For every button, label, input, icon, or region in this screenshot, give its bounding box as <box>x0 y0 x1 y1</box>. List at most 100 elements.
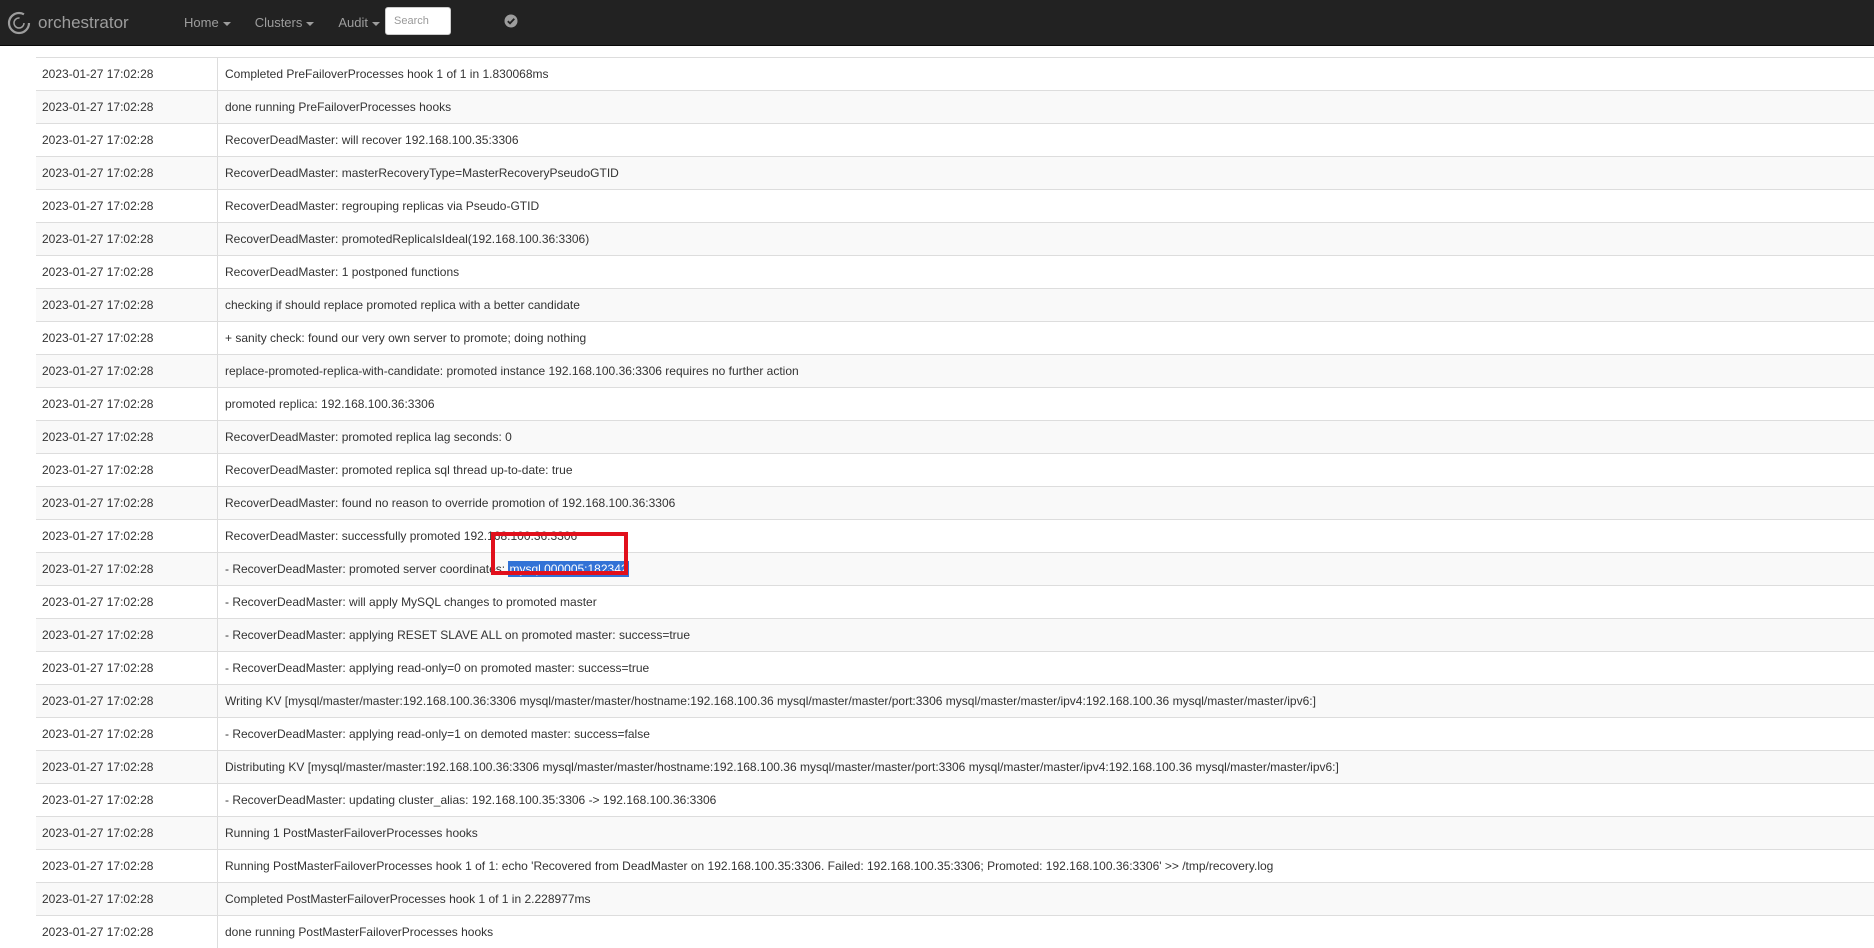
log-message: RecoverDeadMaster: promoted replica lag … <box>218 421 512 453</box>
brand[interactable]: orchestrator <box>6 9 129 37</box>
log-timestamp: 2023-01-27 17:02:28 <box>36 718 218 750</box>
table-row <box>36 45 1874 57</box>
log-message-text: RecoverDeadMaster: will recover 192.168.… <box>225 133 519 147</box>
table-row: 2023-01-27 17:02:28 - RecoverDeadMaster: … <box>36 585 1874 618</box>
table-row: 2023-01-27 17:02:28 - RecoverDeadMaster: … <box>36 651 1874 684</box>
log-message: RecoverDeadMaster: will recover 192.168.… <box>218 124 519 156</box>
log-message-text: done running PostMasterFailoverProcesses… <box>225 925 494 939</box>
table-row: 2023-01-27 17:02:28 RecoverDeadMaster: ma… <box>36 156 1874 189</box>
table-row: 2023-01-27 17:02:28 - RecoverDeadMaster: … <box>36 618 1874 651</box>
brand-name: orchestrator <box>38 13 129 32</box>
log-message-text: Running 1 PostMasterFailoverProcesses ho… <box>225 826 478 840</box>
log-message: - RecoverDeadMaster: applying read-only=… <box>218 652 649 684</box>
table-row: 2023-01-27 17:02:28 RecoverDeadMaster: pr… <box>36 420 1874 453</box>
log-message: - RecoverDeadMaster: will apply MySQL ch… <box>218 586 597 618</box>
log-timestamp: 2023-01-27 17:02:28 <box>36 586 218 618</box>
log-message: RecoverDeadMaster: regrouping replicas v… <box>218 190 539 222</box>
log-timestamp: 2023-01-27 17:02:28 <box>36 784 218 816</box>
table-row: 2023-01-27 17:02:28 checking if should re… <box>36 288 1874 321</box>
log-message-text: - RecoverDeadMaster: applying read-only=… <box>225 727 650 741</box>
log-timestamp: 2023-01-27 17:02:28 <box>36 223 218 255</box>
log-message-text: RecoverDeadMaster: 1 postponed functions <box>225 265 460 279</box>
log-message-text: - RecoverDeadMaster: applying RESET SLAV… <box>225 628 690 642</box>
log-message: - RecoverDeadMaster: applying RESET SLAV… <box>218 619 690 651</box>
log-message: Running PostMasterFailoverProcesses hook… <box>218 850 1273 882</box>
table-row: 2023-01-27 17:02:28 RecoverDeadMaster: su… <box>36 519 1874 552</box>
log-message-text: Running PostMasterFailoverProcesses hook… <box>225 859 1274 873</box>
log-timestamp: 2023-01-27 17:02:28 <box>36 751 218 783</box>
log-timestamp: 2023-01-27 17:02:28 <box>36 124 218 156</box>
log-message-text: RecoverDeadMaster: found no reason to ov… <box>225 496 676 510</box>
log-message-text: - RecoverDeadMaster: promoted server coo… <box>225 562 509 576</box>
log-timestamp: 2023-01-27 17:02:28 <box>36 322 218 354</box>
table-row: 2023-01-27 17:02:28 replace-promoted-repl… <box>36 354 1874 387</box>
log-message-text: RecoverDeadMaster: regrouping replicas v… <box>225 199 540 213</box>
table-row: 2023-01-27 17:02:28 RecoverDeadMaster: fo… <box>36 486 1874 519</box>
log-message: RecoverDeadMaster: successfully promoted… <box>218 520 577 552</box>
log-timestamp: 2023-01-27 17:02:28 <box>36 454 218 486</box>
log-message-text: RecoverDeadMaster: promotedReplicaIsIdea… <box>225 232 590 246</box>
log-message: checking if should replace promoted repl… <box>218 289 580 321</box>
log-message-text: replace-promoted-replica-with-candidate:… <box>225 364 799 378</box>
log-timestamp: 2023-01-27 17:02:28 <box>36 289 218 321</box>
log-message: - RecoverDeadMaster: promoted server coo… <box>218 553 629 585</box>
log-timestamp: 2023-01-27 17:02:28 <box>36 91 218 123</box>
search-input[interactable] <box>385 7 451 35</box>
log-message: + sanity check: found our very own serve… <box>218 322 586 354</box>
table-row: 2023-01-27 17:02:28 RecoverDeadMaster: re… <box>36 189 1874 222</box>
top-navbar: orchestrator Home Clusters Audit <box>0 0 1874 46</box>
log-message: RecoverDeadMaster: promotedReplicaIsIdea… <box>218 223 589 255</box>
chevron-down-icon <box>222 21 231 26</box>
log-message: - RecoverDeadMaster: applying read-only=… <box>218 718 650 750</box>
nav-audit[interactable]: Audit <box>326 0 392 45</box>
log-message: RecoverDeadMaster: 1 postponed functions <box>218 256 459 288</box>
log-timestamp: 2023-01-27 17:02:28 <box>36 256 218 288</box>
log-message: done running PreFailoverProcesses hooks <box>218 91 451 123</box>
log-message-text: RecoverDeadMaster: promoted replica sql … <box>225 463 573 477</box>
log-message-text: - RecoverDeadMaster: will apply MySQL ch… <box>225 595 597 609</box>
table-row: 2023-01-27 17:02:28 RecoverDeadMaster: pr… <box>36 453 1874 486</box>
table-row: 2023-01-27 17:02:28 Running PostMasterFai… <box>36 849 1874 882</box>
log-rows: 2023-01-27 17:02:28 Completed PreFailover… <box>36 57 1874 948</box>
log-message: RecoverDeadMaster: masterRecoveryType=Ma… <box>218 157 619 189</box>
table-row: 2023-01-27 17:02:28 promoted replica: 192… <box>36 387 1874 420</box>
table-row: 2023-01-27 17:02:28 Running 1 PostMasterF… <box>36 816 1874 849</box>
table-row: 2023-01-27 17:02:28 + sanity check: found… <box>36 321 1874 354</box>
log-message-text: Writing KV [mysql/master/master:192.168.… <box>225 694 1316 708</box>
chevron-down-icon <box>372 21 381 26</box>
log-message: done running PostMasterFailoverProcesses… <box>218 916 493 948</box>
log-message: Completed PreFailoverProcesses hook 1 of… <box>218 58 549 90</box>
log-message-text: Distributing KV [mysql/master/master:192… <box>225 760 1339 774</box>
nav-home-label: Home <box>184 15 219 30</box>
log-timestamp: 2023-01-27 17:02:28 <box>36 883 218 915</box>
table-row: 2023-01-27 17:02:28 RecoverDeadMaster: 1 … <box>36 255 1874 288</box>
log-message: Completed PostMasterFailoverProcesses ho… <box>218 883 591 915</box>
audit-recovery-log-table: 2023-01-27 17:02:28 Completed PreFailover… <box>36 45 1874 948</box>
log-timestamp: 2023-01-27 17:02:28 <box>36 619 218 651</box>
log-timestamp: 2023-01-27 17:02:28 <box>36 421 218 453</box>
check-circle-icon[interactable] <box>504 14 518 28</box>
log-message: Running 1 PostMasterFailoverProcesses ho… <box>218 817 478 849</box>
table-row: 2023-01-27 17:02:28 - RecoverDeadMaster: … <box>36 783 1874 816</box>
nav-clusters[interactable]: Clusters <box>243 0 327 45</box>
log-message: - RecoverDeadMaster: updating cluster_al… <box>218 784 716 816</box>
log-timestamp: 2023-01-27 17:02:28 <box>36 685 218 717</box>
nav-home[interactable]: Home <box>172 0 243 45</box>
log-message: RecoverDeadMaster: promoted replica sql … <box>218 454 573 486</box>
selected-text[interactable]: mysql.000005:182342 <box>508 561 629 577</box>
log-timestamp: 2023-01-27 17:02:28 <box>36 553 218 585</box>
log-message-text: - RecoverDeadMaster: updating cluster_al… <box>225 793 717 807</box>
log-message-text: - RecoverDeadMaster: applying read-only=… <box>225 661 650 675</box>
log-timestamp: 2023-01-27 17:02:28 <box>36 520 218 552</box>
log-timestamp: 2023-01-27 17:02:28 <box>36 487 218 519</box>
log-message: promoted replica: 192.168.100.36:3306 <box>218 388 435 420</box>
log-message-text: Completed PreFailoverProcesses hook 1 of… <box>225 67 549 81</box>
table-row: 2023-01-27 17:02:28 Completed PostMasterF… <box>36 882 1874 915</box>
table-row: 2023-01-27 17:02:28 Completed PreFailover… <box>36 57 1874 90</box>
log-message-text: RecoverDeadMaster: promoted replica lag … <box>225 430 512 444</box>
table-row: 2023-01-27 17:02:28 Distributing KV [mysq… <box>36 750 1874 783</box>
log-message: Writing KV [mysql/master/master:192.168.… <box>218 685 1316 717</box>
table-row: 2023-01-27 17:02:28 done running PreFailo… <box>36 90 1874 123</box>
log-message: replace-promoted-replica-with-candidate:… <box>218 355 799 387</box>
nav-clusters-label: Clusters <box>254 15 303 30</box>
